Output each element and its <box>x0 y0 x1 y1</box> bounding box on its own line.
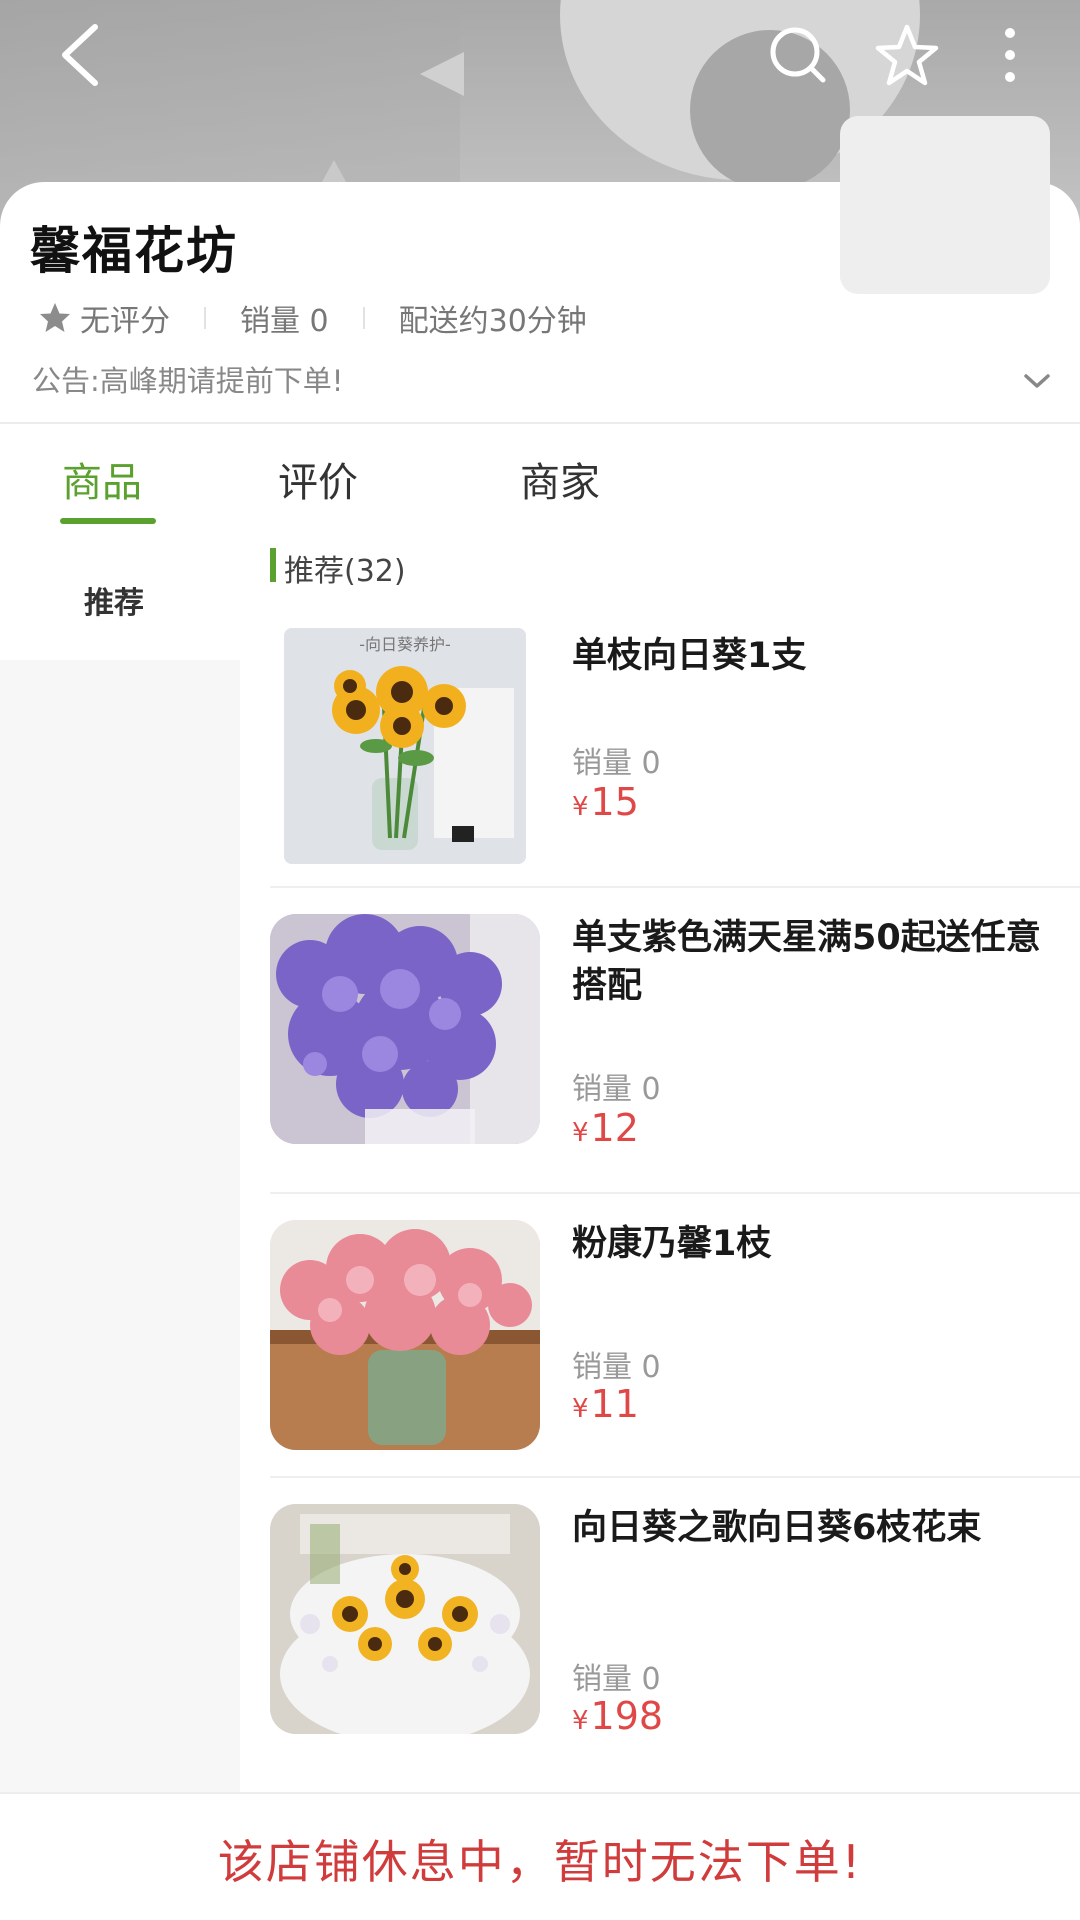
chevron-down-icon[interactable] <box>1020 364 1054 398</box>
price-value: 198 <box>590 1694 664 1738</box>
star-filled-icon <box>40 303 70 332</box>
price-value: 11 <box>590 1382 639 1426</box>
product-sales: 销量 0 <box>572 1072 661 1107</box>
pink-carnation-image <box>270 1220 540 1450</box>
product-image-sunflower[interactable]: -向日葵养护- <box>284 628 526 864</box>
product-image-carnation[interactable] <box>270 1220 540 1450</box>
active-tab-indicator <box>60 518 156 524</box>
store-name: 馨福花坊 <box>30 222 238 280</box>
back-arrow-icon <box>62 24 98 86</box>
star-outline-icon <box>875 24 939 86</box>
back-button[interactable] <box>44 20 114 90</box>
more-vertical-icon <box>1005 28 1015 82</box>
row-divider <box>270 1476 1080 1478</box>
product-name[interactable]: 粉康乃馨1枝 <box>572 1220 1042 1268</box>
tab-reviews[interactable]: 评价 <box>278 450 358 508</box>
product-name[interactable]: 单支紫色满天星满50起送任意搭配 <box>572 914 1042 1010</box>
store-delivery-time: 配送约30分钟 <box>398 304 587 339</box>
store-meta: 无评分 销量 0 配送约30分钟 <box>38 296 587 340</box>
product-image-gypsophila[interactable] <box>270 914 540 1144</box>
meta-divider <box>204 307 206 329</box>
category-sidebar <box>0 660 240 1792</box>
meta-divider <box>362 307 365 329</box>
search-button[interactable] <box>763 20 833 90</box>
product-sales: 销量 0 <box>572 746 661 781</box>
row-divider <box>270 1192 1080 1194</box>
product-price: ¥198 <box>572 1694 663 1738</box>
row-divider <box>270 886 1080 888</box>
section-divider <box>0 422 1080 424</box>
store-closed-message: 该店铺休息中，暂时无法下单! <box>217 1835 863 1889</box>
product-image-sunflower-bouquet[interactable] <box>270 1504 540 1734</box>
product-name[interactable]: 单枝向日葵1支 <box>572 632 1042 680</box>
more-options-button[interactable] <box>975 20 1045 90</box>
currency-symbol: ¥ <box>572 1706 589 1736</box>
price-value: 12 <box>590 1106 639 1150</box>
tab-goods[interactable]: 商品 <box>62 450 142 508</box>
product-price: ¥11 <box>572 1382 639 1426</box>
category-label: 推荐 <box>84 586 144 621</box>
sunflower-vase-image: -向日葵养护- <box>284 628 526 864</box>
tab-merchant[interactable]: 商家 <box>520 450 600 508</box>
price-value: 15 <box>590 780 639 824</box>
purple-gypsophila-image <box>270 914 540 1144</box>
header-decoration <box>420 52 464 96</box>
section-title: 推荐(32) <box>284 554 406 589</box>
currency-symbol: ¥ <box>572 1394 589 1424</box>
favorite-button[interactable] <box>872 20 942 90</box>
store-rating: 无评分 <box>80 304 170 339</box>
product-name[interactable]: 向日葵之歌向日葵6枝花束 <box>572 1504 1042 1552</box>
store-sales: 销量 0 <box>240 304 329 339</box>
product-price: ¥12 <box>572 1106 639 1150</box>
image-caption: -向日葵养护- <box>359 635 451 654</box>
sunflower-bouquet-image <box>270 1504 540 1734</box>
currency-symbol: ¥ <box>572 792 589 822</box>
product-price: ¥15 <box>572 780 639 824</box>
product-sales: 销量 0 <box>572 1350 661 1385</box>
currency-symbol: ¥ <box>572 1118 589 1148</box>
store-logo[interactable] <box>840 116 1050 294</box>
section-accent-bar <box>270 548 276 582</box>
product-sales: 销量 0 <box>572 1662 661 1697</box>
store-notice[interactable]: 公告:高峰期请提前下单! <box>32 358 343 400</box>
search-icon <box>770 27 826 83</box>
